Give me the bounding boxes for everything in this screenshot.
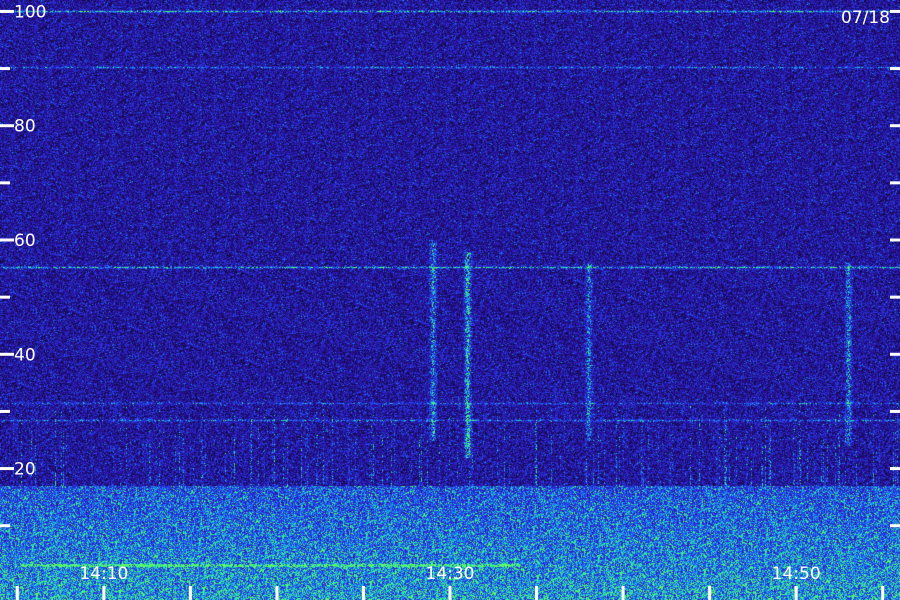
x-axis-ticks: 14:10 14:30 14:50 [15, 564, 885, 600]
x-tick [102, 586, 106, 600]
spectrogram-view: 20 40 60 80 100 14:10 14:30 14:50 07/18 [0, 0, 900, 600]
y-tick-right [890, 124, 900, 128]
y-tick-label: 20 [14, 460, 36, 480]
y-tick-left [0, 238, 14, 242]
x-tick [794, 586, 798, 600]
y-tick-right [890, 524, 900, 528]
x-tick [535, 586, 539, 600]
x-tick [881, 586, 885, 600]
y-tick-right [890, 181, 900, 185]
y-tick-label: 100 [14, 2, 46, 22]
y-tick-label: 60 [14, 231, 36, 251]
y-tick-right [890, 352, 900, 356]
y-tick-label: 40 [14, 345, 36, 365]
y-tick-left [0, 409, 10, 413]
x-tick [708, 586, 712, 600]
x-tick [361, 586, 365, 600]
y-tick-left [0, 67, 10, 71]
y-tick-right [890, 467, 900, 471]
x-tick [621, 586, 625, 600]
y-axis-ticks: 20 40 60 80 100 [0, 2, 900, 528]
x-tick-label: 14:10 [79, 564, 128, 584]
y-tick-right [890, 409, 900, 413]
spectrogram-axes: 20 40 60 80 100 14:10 14:30 14:50 07/18 [0, 2, 900, 600]
y-tick-left [0, 181, 10, 185]
y-tick-left [0, 524, 10, 528]
y-tick-right [890, 238, 900, 242]
y-tick-right [890, 9, 900, 13]
y-tick-left [0, 352, 14, 356]
x-tick [188, 586, 192, 600]
date-label: 07/18 [841, 8, 890, 28]
y-tick-left [0, 124, 14, 128]
x-tick [448, 586, 452, 600]
y-tick-left [0, 295, 10, 299]
x-tick [15, 586, 19, 600]
y-tick-left [0, 9, 14, 13]
y-tick-left [0, 467, 14, 471]
y-tick-right [890, 295, 900, 299]
y-tick-right [890, 67, 900, 71]
x-tick-label: 14:30 [426, 564, 475, 584]
x-tick-label: 14:50 [772, 564, 821, 584]
x-tick [275, 586, 279, 600]
y-tick-label: 80 [14, 117, 36, 137]
